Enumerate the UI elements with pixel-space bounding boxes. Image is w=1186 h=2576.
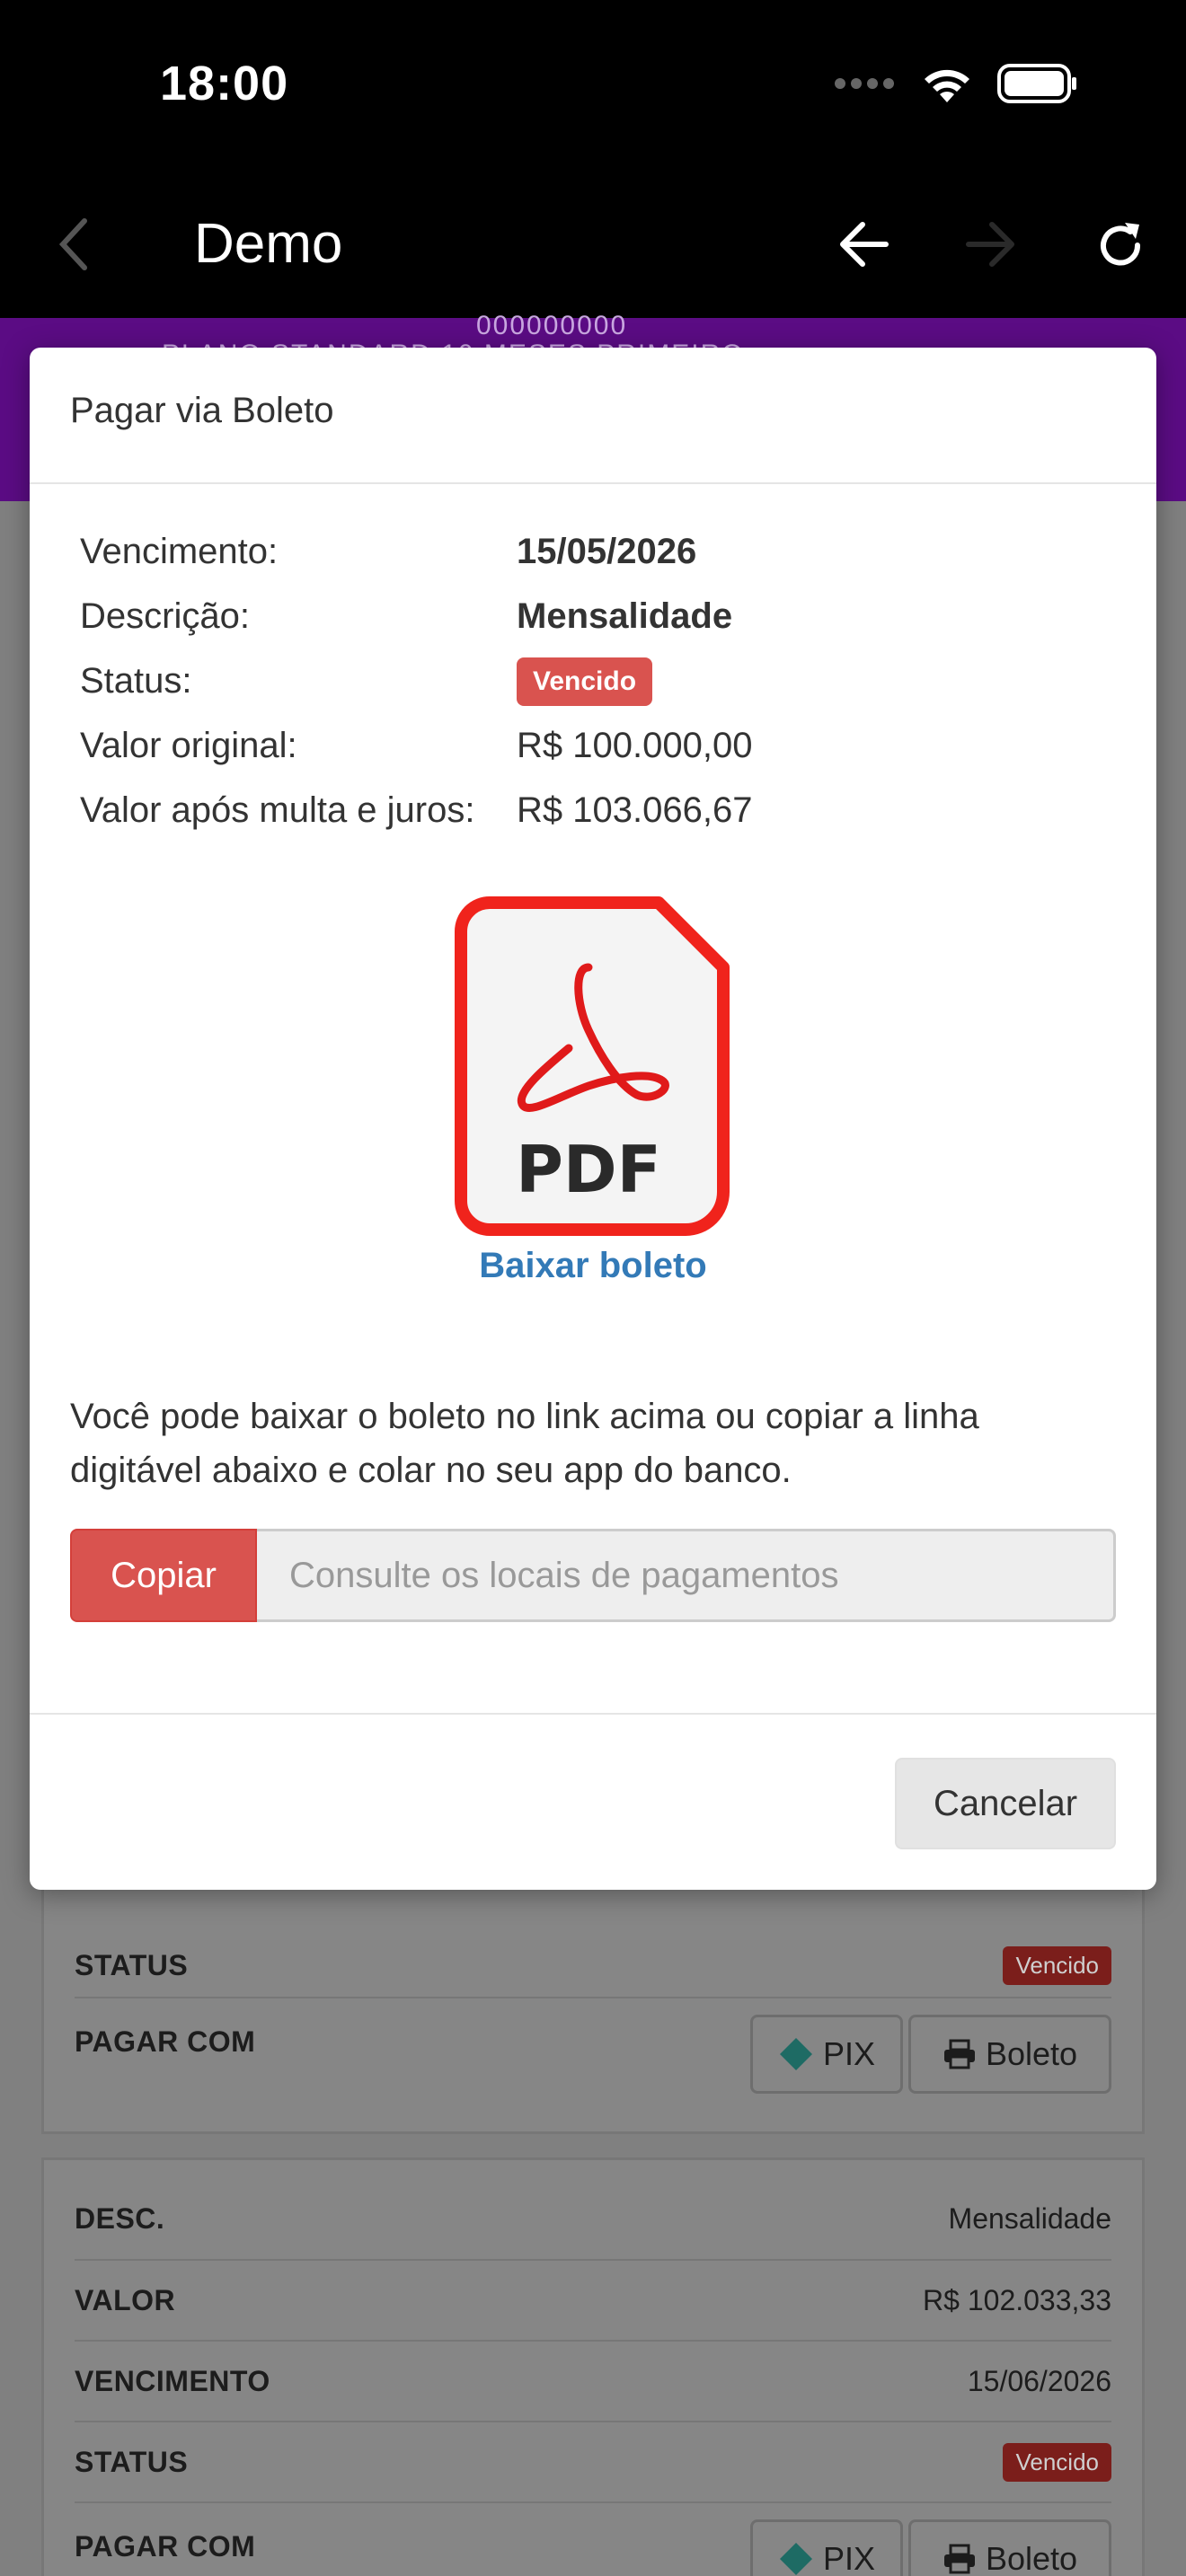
- linha-digitavel-group: Copiar Consulte os locais de pagamentos: [70, 1529, 1116, 1622]
- pix-button[interactable]: PIX: [750, 2519, 903, 2576]
- pix-button[interactable]: PIX: [750, 2015, 903, 2094]
- vencimento-label: Vencimento:: [80, 532, 279, 571]
- status-badge: Vencido: [1003, 2442, 1111, 2482]
- status-label: Status:: [80, 661, 192, 701]
- nav-title: Demo: [194, 213, 343, 275]
- pix-button-label: PIX: [822, 2035, 876, 2072]
- download-boleto-link[interactable]: Baixar boleto: [30, 1246, 1156, 1286]
- descricao-value: Mensalidade: [517, 596, 733, 636]
- status-badge: Vencido: [1003, 1945, 1111, 1985]
- desc-value: Mensalidade: [948, 2201, 1111, 2235]
- back-chevron-icon[interactable]: [56, 216, 92, 273]
- arrow-right-icon[interactable]: [963, 219, 1017, 269]
- card-row-desc: DESC. Mensalidade: [75, 2178, 1111, 2259]
- modal-footer: Cancelar: [30, 1713, 1156, 1890]
- status-bar: 18:00: [0, 0, 1186, 180]
- pdf-file-icon[interactable]: PDF: [454, 895, 732, 1237]
- header-strip-line1: 000000000: [476, 311, 628, 340]
- cancel-button[interactable]: Cancelar: [895, 1758, 1116, 1849]
- modal-header: Pagar via Boleto: [30, 348, 1156, 484]
- pix-icon: [779, 2543, 812, 2575]
- printer-icon: [943, 2039, 975, 2069]
- signal-dots-icon: [835, 78, 894, 89]
- boleto-button-label: Boleto: [985, 2540, 1078, 2576]
- status-icons: [834, 63, 1078, 104]
- card-row-vencimento: VENCIMENTO 15/06/2026: [75, 2340, 1111, 2421]
- linha-digitavel-input[interactable]: Consulte os locais de pagamentos: [257, 1529, 1116, 1622]
- pay-with-label: PAGAR COM: [75, 2530, 256, 2563]
- valor-label: VALOR: [75, 2283, 176, 2316]
- help-text: Você pode baixar o boleto no link acima …: [70, 1397, 979, 1490]
- valor-original-value: R$ 100.000,00: [517, 726, 753, 765]
- valor-value: R$ 102.033,33: [923, 2283, 1111, 2316]
- installment-card: STATUS Vencido PAGAR COM PIX Boleto: [41, 1886, 1145, 2134]
- valor-multa-label: Valor após multa e juros:: [80, 790, 475, 830]
- descricao-label: Descrição:: [80, 596, 250, 636]
- vencimento-value: 15/05/2026: [517, 532, 697, 571]
- boleto-button-label: Boleto: [985, 2035, 1078, 2072]
- vencimento-label: VENCIMENTO: [75, 2364, 270, 2397]
- card-row-valor: VALOR R$ 102.033,33: [75, 2259, 1111, 2340]
- arrow-left-icon[interactable]: [837, 219, 891, 269]
- nav-bar: Demo: [0, 180, 1186, 318]
- pix-icon: [779, 2038, 812, 2070]
- valor-original-label: Valor original:: [80, 726, 297, 765]
- boleto-button[interactable]: Boleto: [908, 2015, 1111, 2094]
- battery-icon: [997, 64, 1076, 103]
- boleto-modal: Pagar via Boleto Vencimento: 15/05/2026 …: [30, 348, 1156, 1890]
- pdf-icon-text: PDF: [516, 1132, 661, 1207]
- pay-with-label: PAGAR COM: [75, 2025, 256, 2058]
- refresh-icon[interactable]: [1094, 219, 1146, 271]
- printer-icon: [943, 2544, 975, 2574]
- desc-label: DESC.: [75, 2201, 165, 2235]
- installment-card: DESC. Mensalidade VALOR R$ 102.033,33 VE…: [41, 2157, 1145, 2576]
- status-label: STATUS: [75, 1948, 189, 1981]
- card-row-status: STATUS Vencido: [75, 2421, 1111, 2501]
- vencimento-value: 15/06/2026: [967, 2364, 1111, 2397]
- modal-title: Pagar via Boleto: [70, 391, 334, 430]
- card-row-status: STATUS Vencido: [75, 1925, 1111, 2006]
- status-badge: Vencido: [517, 657, 653, 706]
- pdf-download[interactable]: PDF: [454, 895, 732, 1237]
- boleto-button[interactable]: Boleto: [908, 2519, 1111, 2576]
- wifi-icon: [925, 69, 969, 102]
- copy-button[interactable]: Copiar: [70, 1529, 257, 1622]
- valor-multa-value: R$ 103.066,67: [517, 790, 753, 830]
- pix-button-label: PIX: [822, 2540, 876, 2576]
- status-time: 18:00: [160, 57, 289, 110]
- status-label: STATUS: [75, 2445, 189, 2478]
